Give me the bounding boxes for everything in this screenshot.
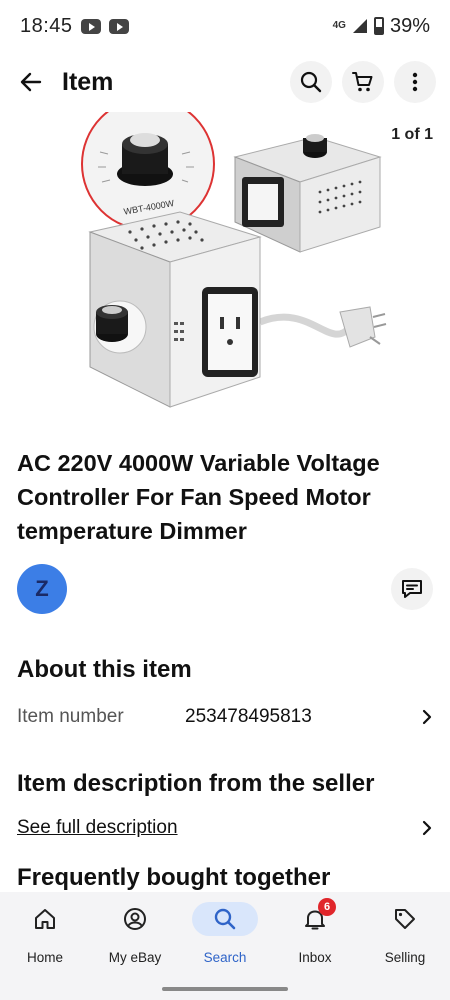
back-button[interactable] (14, 65, 48, 99)
nav-home-label: Home (26, 950, 63, 965)
product-title: AC 220V 4000W Variable Voltage Controlle… (17, 450, 380, 544)
chevron-right-icon (422, 820, 432, 836)
nav-home[interactable]: Home (0, 902, 90, 1000)
product-image-gallery[interactable]: 1 of 1 WBT-4000W (0, 112, 450, 430)
battery-icon (373, 17, 384, 35)
bottom-navigation: Home My eBay Search 6 Inbox Selling (0, 892, 450, 1000)
nav-my-ebay[interactable]: My eBay (90, 902, 180, 1000)
more-options-button[interactable] (394, 61, 436, 103)
search-icon (214, 908, 236, 930)
home-icon (35, 909, 55, 929)
signal-icon (352, 19, 367, 33)
cart-button[interactable] (342, 61, 384, 103)
youtube-icon (108, 18, 129, 34)
page-title: Item (62, 67, 114, 96)
nav-search-label: Search (203, 950, 247, 965)
inbox-badge: 6 (318, 898, 336, 916)
search-button[interactable] (290, 61, 332, 103)
product-image[interactable]: WBT-4000W (70, 112, 390, 412)
item-number-row[interactable]: Item number 253478495813 (17, 700, 435, 734)
message-icon (402, 580, 422, 598)
status-bar: 18:45 4G 39% (0, 0, 450, 52)
nav-selling-label: Selling (384, 950, 426, 965)
back-arrow-icon (20, 72, 42, 92)
image-counter: 1 of 1 (391, 126, 433, 143)
description-heading: Item description from the seller (17, 770, 375, 797)
seller-row: Z (17, 563, 433, 615)
network-label: 4G (332, 20, 346, 31)
battery-percent: 39% (389, 14, 430, 37)
tag-icon (395, 909, 415, 929)
item-number-value: 253478495813 (185, 706, 312, 727)
status-time: 18:45 (20, 14, 73, 37)
seller-avatar[interactable]: Z (17, 564, 67, 614)
nav-selling[interactable]: Selling (360, 902, 450, 1000)
cart-icon (352, 72, 373, 92)
more-vertical-icon (412, 72, 418, 92)
nav-inbox[interactable]: 6 Inbox (270, 898, 360, 1000)
youtube-icon (80, 18, 101, 34)
message-seller-button[interactable] (391, 568, 433, 610)
about-heading: About this item (17, 656, 192, 683)
full-description-row[interactable]: See full description (17, 812, 435, 844)
search-icon (300, 71, 322, 93)
nav-search[interactable]: Search (180, 902, 270, 1000)
user-icon (124, 908, 146, 930)
home-indicator[interactable] (162, 987, 288, 991)
app-bar: Item (0, 56, 450, 108)
nav-my-ebay-label: My eBay (108, 950, 162, 965)
frequently-bought-heading: Frequently bought together (17, 864, 331, 891)
chevron-right-icon (422, 709, 432, 725)
item-number-label: Item number (17, 706, 124, 727)
nav-inbox-label: Inbox (298, 950, 332, 965)
see-full-description-link[interactable]: See full description (17, 817, 178, 839)
